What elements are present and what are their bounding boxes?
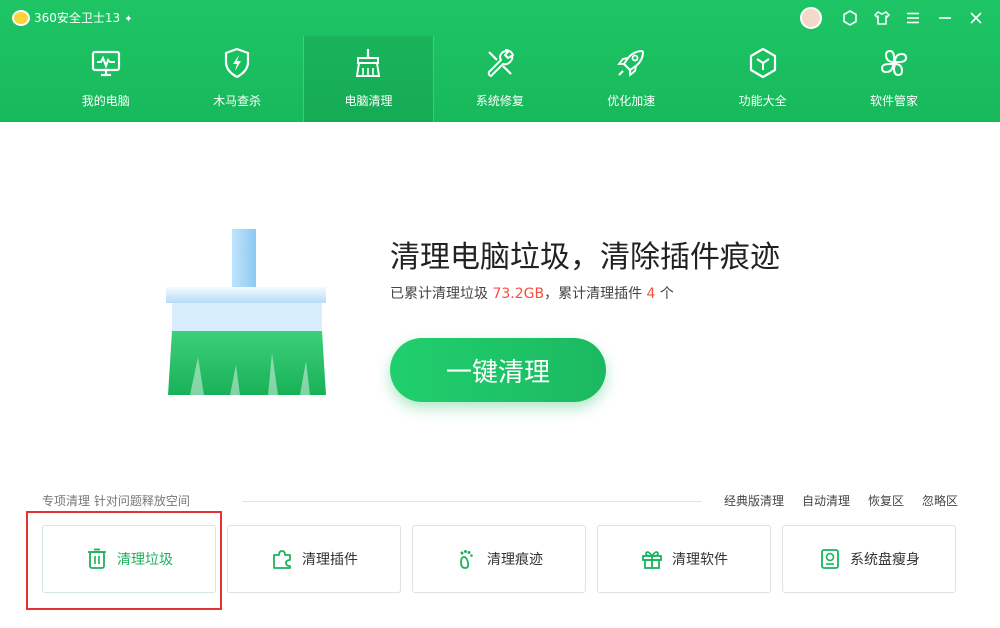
cube-icon [746,46,780,80]
restore-area-link[interactable]: 恢复区 [868,492,904,509]
hero-title: 清理电脑垃圾，清除插件痕迹 [390,240,780,275]
app-logo-icon [12,10,30,26]
disk-icon [818,547,842,571]
hero-sub-prefix: 已累计清理垃圾 [390,286,493,302]
broom-illustration-icon [160,225,332,397]
monitor-icon [89,46,123,80]
nav-label: 我的电脑 [81,94,130,108]
minimize-button[interactable] [935,8,955,28]
puzzle-icon [270,547,294,571]
top-header: 360安全卫士13 ✦ 我的电脑 木马查杀 电脑清理 系统修复 优化加速 功能大… [0,0,1000,122]
card-clean-plugins[interactable]: 清理插件 [227,525,401,593]
wrench-icon [483,46,517,80]
menu-button[interactable] [903,8,923,28]
auto-clean-link[interactable]: 自动清理 [802,492,850,509]
shield-bolt-icon [220,46,254,80]
star-icon[interactable]: ✦ [124,14,132,25]
minimize-icon [939,17,951,19]
gift-box-icon [640,547,664,571]
section-links: 经典版清理 自动清理 恢复区 忽略区 [724,492,958,509]
nav-item-pc-cleanup[interactable]: 电脑清理 [302,36,435,122]
card-system-disk-slim[interactable]: 系统盘瘦身 [782,525,956,593]
section-title: 专项清理 针对问题释放空间 [42,494,190,508]
one-click-clean-button[interactable]: 一键清理 [390,338,606,402]
cleaned-size-value: 73.2GB [492,286,545,302]
nav-item-my-computer[interactable]: 我的电脑 [40,36,171,122]
nav-label: 功能大全 [738,94,787,108]
ignore-area-link[interactable]: 忽略区 [922,492,958,509]
section-divider [242,501,702,502]
classic-clean-link[interactable]: 经典版清理 [724,492,784,509]
main-nav: 我的电脑 木马查杀 电脑清理 系统修复 优化加速 功能大全 软件管家 [40,36,960,122]
nav-item-system-repair[interactable]: 系统修复 [434,36,565,122]
title-bar: 360安全卫士13 ✦ [0,0,1000,36]
nav-label: 软件管家 [870,94,919,108]
close-icon [970,12,982,24]
app-title-text: 360安全卫士13 [34,11,121,25]
theme-button[interactable] [872,8,892,28]
broom-icon [351,46,385,80]
highlight-box [26,511,222,610]
nav-item-trojan-scan[interactable]: 木马查杀 [171,36,302,122]
nav-label: 木马查杀 [213,94,262,108]
card-label: 清理插件 [302,552,358,568]
close-button[interactable] [966,8,986,28]
hero-sub-middle: ，累计清理插件 [544,286,647,302]
hero-subtitle: 已累计清理垃圾 73.2GB，累计清理插件 4 个 [390,283,674,303]
card-clean-software[interactable]: 清理软件 [597,525,771,593]
tshirt-icon [874,11,890,25]
special-cleanup-header: 专项清理 针对问题释放空间 经典版清理 自动清理 恢复区 忽略区 [42,492,958,510]
app-title: 360安全卫士13 ✦ [34,10,133,28]
nav-label: 系统修复 [475,94,524,108]
rocket-icon [614,46,648,80]
card-label: 清理软件 [672,552,728,568]
footprint-icon [455,547,479,571]
card-clean-traces[interactable]: 清理痕迹 [412,525,586,593]
menu-icon [907,12,919,24]
card-label: 系统盘瘦身 [850,552,920,568]
apps-icon [877,46,911,80]
skin-button[interactable] [840,8,860,28]
nav-item-software-manager[interactable]: 软件管家 [828,36,959,122]
nav-item-optimize[interactable]: 优化加速 [566,36,697,122]
nav-item-all-features[interactable]: 功能大全 [697,36,828,122]
hexagon-icon [843,10,857,26]
nav-label: 电脑清理 [344,94,393,108]
nav-label: 优化加速 [607,94,656,108]
card-label: 清理痕迹 [487,552,543,568]
avatar[interactable] [800,7,822,29]
hero-sub-suffix: 个 [655,286,674,302]
